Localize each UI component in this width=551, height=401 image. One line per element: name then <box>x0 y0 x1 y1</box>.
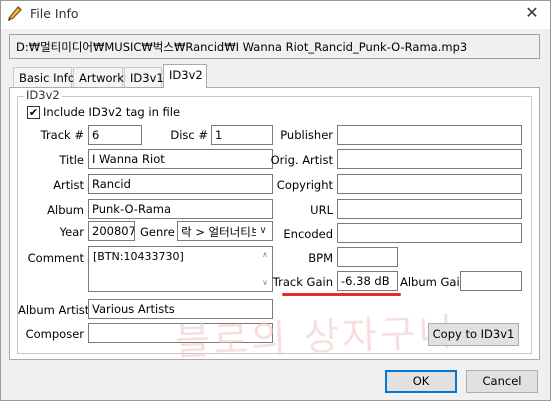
disc-number-input[interactable]: 1 <box>211 125 273 145</box>
comment-textarea[interactable]: [BTN:10433730] ∧ ∨ <box>88 246 273 292</box>
track-label: Track # <box>40 128 84 142</box>
album-label: Album <box>47 203 84 217</box>
orig-artist-input[interactable] <box>337 149 522 169</box>
year-input[interactable]: 2008072 <box>88 221 135 241</box>
track-number-input[interactable]: 6 <box>88 125 142 145</box>
publisher-input[interactable] <box>337 125 522 145</box>
copyright-input[interactable] <box>337 174 522 194</box>
window-title: File Info <box>30 6 79 21</box>
title-input[interactable]: I Wanna Riot <box>88 149 273 169</box>
publisher-label: Publisher <box>280 128 333 142</box>
orig-artist-label: Orig. Artist <box>270 153 333 167</box>
tab-id3v2[interactable]: ID3v2 <box>163 64 207 88</box>
comment-label: Comment <box>27 251 84 265</box>
scroll-down-icon[interactable]: ∨ <box>260 278 270 288</box>
track-gain-input[interactable]: -6.38 dB <box>337 271 398 291</box>
album-gain-input[interactable] <box>460 271 522 291</box>
chevron-down-icon: ∨ <box>256 223 270 239</box>
encoded-input[interactable] <box>337 223 522 243</box>
tab-basic-info[interactable]: Basic Info <box>13 67 75 88</box>
album-artist-label: Album Artist <box>18 303 90 317</box>
url-input[interactable] <box>337 199 522 219</box>
genre-select-value: 락 > 얼터너티브 <box>181 225 262 239</box>
artist-input[interactable]: Rancid <box>88 174 273 194</box>
copyright-label: Copyright <box>276 178 333 192</box>
album-input[interactable]: Punk-O-Rama <box>88 199 273 219</box>
ok-button[interactable]: OK <box>385 370 457 393</box>
title-label: Title <box>59 153 84 167</box>
composer-label: Composer <box>25 327 84 341</box>
year-label: Year <box>59 225 84 239</box>
pencil-icon <box>8 6 22 21</box>
genre-label: Genre <box>140 225 175 239</box>
copy-to-id3v1-button[interactable]: Copy to ID3v1 <box>428 323 519 346</box>
disc-label: Disc # <box>170 128 208 142</box>
encoded-label: Encoded <box>283 227 333 241</box>
url-label: URL <box>310 203 333 217</box>
include-tag-checkbox[interactable]: ✔ <box>27 106 40 119</box>
artist-label: Artist <box>53 178 84 192</box>
file-path-field: D:₩멀티미디어₩MUSIC₩벅스₩Rancid₩I Wanna Riot_Ra… <box>9 34 540 59</box>
close-icon[interactable]: ✕ <box>520 2 544 24</box>
track-gain-highlight <box>282 293 401 296</box>
cancel-button[interactable]: Cancel <box>466 370 538 393</box>
scroll-up-icon[interactable]: ∧ <box>260 250 270 260</box>
include-tag-label: Include ID3v2 tag in file <box>43 105 181 119</box>
comment-text: [BTN:10433730] <box>93 250 184 263</box>
title-bar <box>1 1 550 29</box>
watermark: 블로의 상자구니 <box>174 310 457 364</box>
track-gain-label: Track Gain <box>272 275 333 289</box>
genre-select[interactable]: 락 > 얼터너티브 ∨ <box>177 221 273 241</box>
bpm-input[interactable] <box>337 247 398 267</box>
tab-id3v1[interactable]: ID3v1 <box>124 67 164 88</box>
bpm-label: BPM <box>308 251 333 265</box>
group-label: ID3v2 <box>24 88 62 102</box>
tab-artwork[interactable]: Artwork <box>73 67 124 88</box>
album-gain-label: Album Gain <box>400 275 467 289</box>
